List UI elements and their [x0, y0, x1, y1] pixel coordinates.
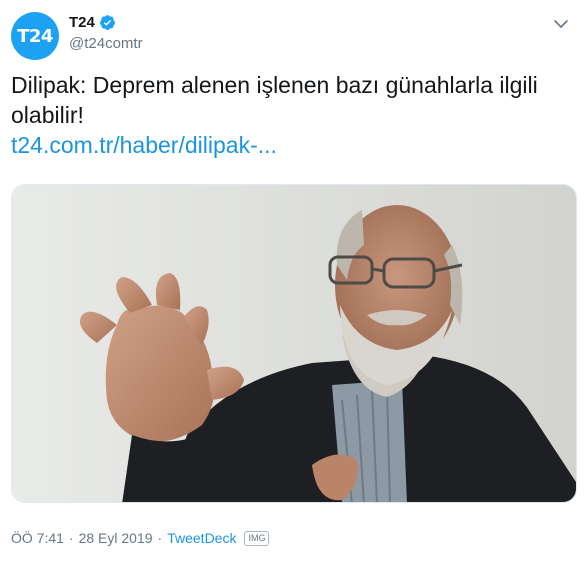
author-handle[interactable]: @t24comtr: [69, 35, 143, 52]
meta-separator: ·: [68, 530, 74, 546]
meta-separator: ·: [157, 530, 163, 546]
verified-badge-icon: [99, 15, 115, 30]
chevron-down-icon[interactable]: [551, 14, 571, 34]
tweet-source-link[interactable]: TweetDeck: [167, 530, 236, 546]
tweet-link[interactable]: t24.com.tr/haber/dilipak-...: [11, 130, 277, 160]
tweet-photo[interactable]: [11, 184, 577, 503]
tweet-card: T24 T24 @t24comtr Dilipak: Deprem alenen…: [0, 0, 585, 564]
author-row: T24: [69, 14, 116, 31]
tweet-time[interactable]: ÖÖ 7:41: [11, 530, 64, 546]
tweet-date[interactable]: 28 Eyl 2019: [79, 530, 153, 546]
avatar-text: T24: [17, 25, 53, 47]
avatar[interactable]: T24: [11, 12, 59, 60]
img-badge: IMG: [244, 530, 270, 546]
tweet-meta: ÖÖ 7:41 · 28 Eyl 2019 · TweetDeck IMG: [11, 530, 270, 546]
author-name[interactable]: T24: [69, 14, 95, 31]
photo-image: [12, 185, 576, 502]
tweet-text: Dilipak: Deprem alenen işlenen bazı güna…: [11, 72, 538, 128]
